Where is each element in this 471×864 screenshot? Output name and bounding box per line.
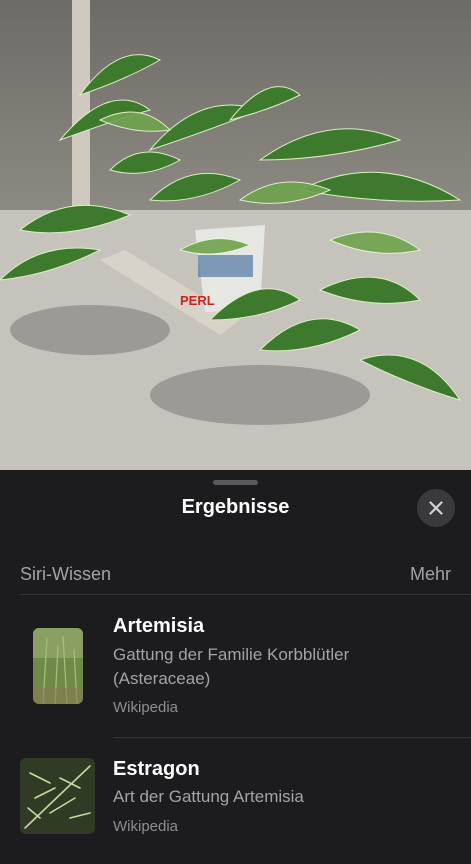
ruler-brand-label: PERL <box>180 293 215 308</box>
result-thumbnail <box>20 758 95 834</box>
result-title: Estragon <box>113 758 200 780</box>
result-thumbnail <box>33 628 83 704</box>
result-description: Gattung der Familie Korbblütler (Asterac… <box>113 645 350 688</box>
results-sheet: Ergebnisse Siri-Wissen Mehr Artemisia Ga… <box>0 470 471 864</box>
more-button[interactable]: Mehr <box>410 564 451 585</box>
result-source: Wikipedia <box>113 818 179 835</box>
section-header: Siri-Wissen Mehr <box>20 564 451 588</box>
subject-photo: PERL <box>0 0 471 470</box>
plant-photo-illustration: PERL <box>0 0 471 470</box>
close-icon <box>429 501 443 515</box>
result-title: Artemisia <box>113 615 205 637</box>
sheet-grabber[interactable] <box>213 480 258 485</box>
sheet-title: Ergebnisse <box>181 496 290 518</box>
section-title: Siri-Wissen <box>20 564 112 584</box>
close-button[interactable] <box>417 489 455 527</box>
result-item-artemisia[interactable]: Artemisia Gattung der Familie Korbblütle… <box>0 595 471 737</box>
result-item-estragon[interactable]: Estragon Art der Gattung Artemisia Wikip… <box>0 738 471 864</box>
result-description: Art der Gattung Artemisia <box>113 787 304 806</box>
result-source: Wikipedia <box>113 699 179 716</box>
